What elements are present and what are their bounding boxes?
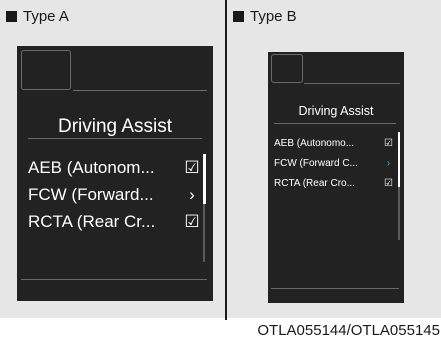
scrollbar-thumb[interactable] — [203, 154, 206, 204]
menu-item-rcta[interactable]: RCTA (Rear Cro... ☑ — [274, 176, 394, 190]
menu-item-fcw[interactable]: FCW (Forward C... › — [274, 156, 394, 170]
type-b-heading: Type B — [233, 8, 297, 25]
check-icon[interactable]: ☑ — [383, 178, 394, 189]
menu-title: Driving Assist — [298, 104, 374, 118]
type-b-screen: Driving Assist AEB (Autonomo... ☑ FCW (F… — [268, 52, 404, 303]
footer-rule — [21, 279, 207, 280]
check-icon[interactable]: ☑ — [383, 138, 394, 149]
figure-code-caption: OTLA055144/OTLA055145 — [257, 322, 440, 339]
square-bullet-icon — [233, 11, 244, 22]
type-b-label: Type B — [250, 8, 297, 25]
footer-rule — [271, 288, 399, 289]
chevron-right-icon[interactable]: › — [383, 158, 394, 169]
scrollbar-thumb[interactable] — [398, 132, 400, 187]
menu-item-aeb[interactable]: AEB (Autonomo... ☑ — [274, 136, 394, 150]
type-a-label: Type A — [23, 8, 69, 25]
title-rule — [274, 123, 396, 124]
menu-item-rcta[interactable]: RCTA (Rear Cr... ☑ — [28, 211, 200, 233]
header-rule — [73, 90, 207, 91]
header-rule — [304, 83, 400, 84]
menu-item-aeb[interactable]: AEB (Autonom... ☑ — [28, 157, 200, 179]
menu-item-label: AEB (Autonomo... — [274, 137, 355, 149]
menu-item-label: AEB (Autonom... — [28, 158, 155, 177]
type-a-heading: Type A — [6, 8, 69, 25]
menu-item-fcw[interactable]: FCW (Forward... › — [28, 184, 200, 206]
home-icon-box[interactable] — [21, 50, 71, 90]
menu-item-label: RCTA (Rear Cr... — [28, 212, 156, 231]
title-rule — [28, 138, 202, 139]
type-a-panel: Type A Driving Assist AEB (Autonom... ☑ … — [0, 0, 225, 318]
menu-item-label: RCTA (Rear Cro... — [274, 177, 355, 189]
menu-item-label: FCW (Forward... — [28, 185, 154, 204]
menu-title: Driving Assist — [57, 116, 173, 137]
square-bullet-icon — [6, 11, 17, 22]
type-b-panel: Type B Driving Assist AEB (Autonomo... ☑… — [227, 0, 441, 318]
chevron-right-icon[interactable]: › — [184, 185, 200, 205]
check-icon[interactable]: ☑ — [184, 158, 200, 178]
menu-item-label: FCW (Forward C... — [274, 157, 358, 169]
check-icon[interactable]: ☑ — [184, 212, 200, 232]
home-icon-box[interactable] — [271, 54, 303, 83]
type-a-screen: Driving Assist AEB (Autonom... ☑ FCW (Fo… — [17, 46, 213, 301]
